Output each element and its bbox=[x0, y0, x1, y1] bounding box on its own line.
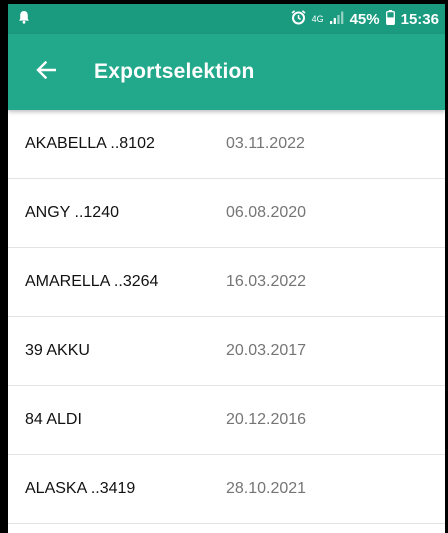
clock-time: 15:36 bbox=[400, 10, 439, 28]
list-item[interactable]: 84 ALDI 20.12.2016 bbox=[8, 386, 445, 455]
list-item[interactable]: ALASKA ..3419 28.10.2021 bbox=[8, 455, 445, 524]
item-name: 39 AKKU bbox=[25, 342, 90, 359]
item-date: 20.12.2016 bbox=[226, 411, 307, 428]
app-bar: Exportselektion bbox=[8, 34, 445, 110]
item-date: 03.11.2022 bbox=[226, 135, 305, 152]
list-item[interactable]: 39 AKKU 20.03.2017 bbox=[8, 317, 445, 386]
list-item[interactable]: AMARELLA ..3264 16.03.2022 bbox=[8, 248, 445, 317]
signal-icon bbox=[329, 11, 344, 28]
notification-bell-icon bbox=[18, 10, 30, 29]
status-bar: 4G 45% 15:36 bbox=[8, 4, 445, 34]
item-date: 28.10.2021 bbox=[226, 480, 307, 497]
back-button[interactable] bbox=[32, 58, 60, 86]
item-name: ALASKA ..3419 bbox=[25, 480, 136, 497]
item-name: AMARELLA ..3264 bbox=[25, 273, 159, 290]
battery-percent: 45% bbox=[349, 10, 380, 28]
page-title: Exportselektion bbox=[94, 60, 255, 83]
list-item[interactable]: AKABELLA ..8102 03.11.2022 bbox=[8, 110, 445, 179]
alarm-icon bbox=[291, 9, 306, 29]
item-name: 84 ALDI bbox=[25, 411, 82, 428]
item-date: 20.03.2017 bbox=[226, 342, 307, 359]
item-date: 16.03.2022 bbox=[226, 273, 307, 290]
phone-screen: 4G 45% 15:36 Exportselektion AKABELLA ..… bbox=[8, 4, 445, 533]
list-item[interactable]: ANGY ..1240 06.08.2020 bbox=[8, 179, 445, 248]
item-name: AKABELLA ..8102 bbox=[25, 135, 155, 152]
item-name: ANGY ..1240 bbox=[25, 204, 119, 221]
export-list: AKABELLA ..8102 03.11.2022 ANGY ..1240 0… bbox=[8, 110, 445, 524]
battery-icon bbox=[385, 9, 395, 29]
arrow-back-icon bbox=[36, 60, 57, 84]
network-type-label: 4G bbox=[311, 13, 324, 24]
item-date: 06.08.2020 bbox=[226, 204, 307, 221]
